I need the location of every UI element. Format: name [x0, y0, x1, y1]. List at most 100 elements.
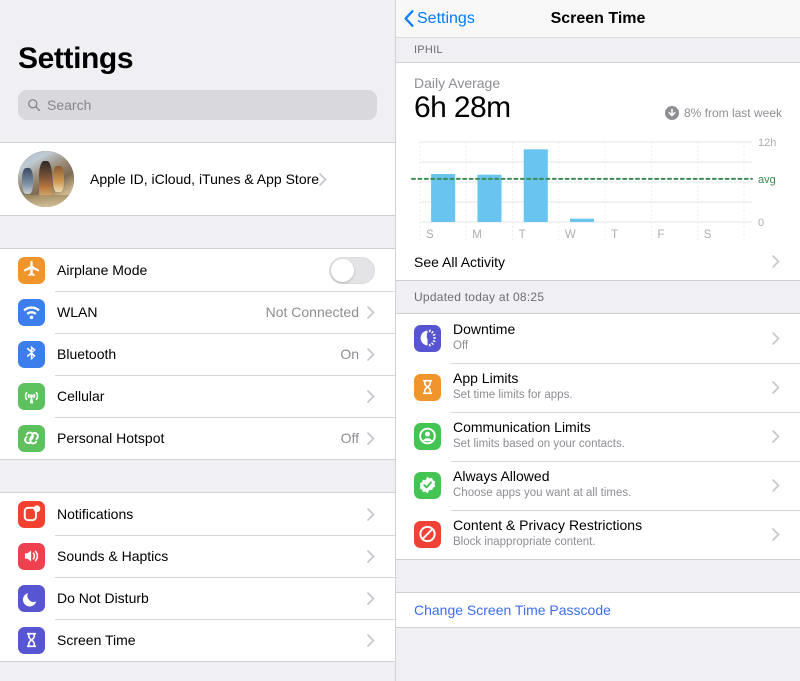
feature-text: Downtime Off [453, 321, 772, 355]
search-input[interactable]: Search [18, 90, 377, 120]
average-line-label: avg [758, 173, 776, 185]
avatar [18, 151, 74, 207]
chevron-right-icon [772, 478, 780, 492]
hotspot-link-icon [24, 431, 39, 445]
feature-text: Content & Privacy Restrictions Block inap… [453, 517, 772, 551]
settings-row-label: Cellular [57, 388, 105, 404]
screen-root: Settings Search Apple ID, iCloud, iTunes… [0, 0, 800, 681]
settings-row-personal-hotspot[interactable]: Personal Hotspot Off [0, 417, 395, 459]
wifi-icon-tile [18, 298, 45, 326]
downtime-clock-icon [420, 329, 437, 347]
feature-row-app-limits[interactable]: App Limits Set time limits for apps. [396, 362, 800, 412]
chevron-right-icon [319, 172, 327, 186]
settings-row-label: Notifications [57, 506, 134, 522]
settings-row-value: On [340, 346, 359, 362]
cellular-antenna-icon-tile [18, 382, 45, 410]
bar-S-0[interactable] [431, 173, 456, 222]
settings-row-airplane-mode[interactable]: Airplane Mode [0, 249, 395, 291]
settings-row-value: Not Connected [265, 304, 359, 320]
chevron-left-icon [404, 10, 414, 27]
chevron-right-icon [367, 347, 375, 361]
feature-title: Downtime [453, 320, 516, 337]
bar-M-1[interactable] [477, 174, 502, 222]
feature-title: App Limits [453, 369, 519, 386]
speaker-waves-icon-tile [18, 542, 45, 570]
feature-title: Communication Limits [453, 418, 591, 435]
notifications-group: Notifications Sounds & Haptics Do Not Dist… [0, 492, 395, 662]
x-tick-0: S [426, 229, 434, 241]
y-tick-0: 0 [758, 217, 764, 229]
bluetooth-icon-tile [18, 340, 45, 368]
airplane-mode-toggle[interactable] [329, 256, 375, 284]
see-all-activity-row[interactable]: See All Activity [396, 243, 800, 280]
chevron-right-icon [772, 380, 780, 394]
x-tick-1: M [472, 229, 482, 241]
x-tick-4: T [611, 229, 618, 241]
feature-row-downtime[interactable]: Downtime Off [396, 313, 800, 363]
person-circle-icon-tile [414, 422, 441, 450]
feature-row-communication-limits[interactable]: Communication Limits Set limits based on … [396, 411, 800, 461]
settings-row-value: Off [340, 430, 359, 446]
no-entry-icon [419, 525, 436, 543]
chevron-right-icon [772, 255, 780, 268]
checkmark-seal-icon [419, 476, 436, 494]
spacer [0, 216, 395, 248]
bar-W-3[interactable] [570, 218, 595, 222]
summary-panel: Daily Average 6h 28m 8% from last week a… [396, 62, 800, 281]
cellular-antenna-icon [24, 391, 39, 404]
settings-row-do-not-disturb[interactable]: Do Not Disturb [0, 577, 395, 619]
screen-time-chart[interactable]: avg 12h 0 S M T W T F S [396, 123, 800, 244]
chevron-right-icon [367, 431, 375, 445]
feature-row-content-privacy-restrictions[interactable]: Content & Privacy Restrictions Block inap… [396, 509, 800, 559]
daily-average-value: 6h 28m [414, 91, 511, 124]
settings-row-sounds-haptics[interactable]: Sounds & Haptics [0, 535, 395, 577]
settings-row-label: Sounds & Haptics [57, 548, 169, 564]
arrow-down-circle-icon [664, 105, 679, 120]
moon-icon-tile [18, 584, 45, 612]
feature-row-always-allowed[interactable]: Always Allowed Choose apps you want at al… [396, 460, 800, 510]
hourglass-icon [422, 379, 433, 395]
settings-row-label: Do Not Disturb [57, 590, 149, 606]
apple-id-card: Apple ID, iCloud, iTunes & App Store [0, 142, 395, 216]
settings-row-cellular[interactable]: Cellular [0, 375, 395, 417]
y-tick-12h: 12h [758, 137, 776, 149]
settings-row-label: WLAN [57, 304, 98, 320]
settings-row-wlan[interactable]: WLAN Not Connected [0, 291, 395, 333]
settings-row-label: Screen Time [57, 632, 136, 648]
settings-row-label: Airplane Mode [57, 262, 148, 278]
toggle-knob [331, 258, 354, 282]
hourglass-icon [26, 632, 37, 648]
no-entry-icon-tile [414, 520, 441, 548]
apple-id-row[interactable]: Apple ID, iCloud, iTunes & App Store [0, 143, 395, 215]
change-passcode-row[interactable]: Change Screen Time Passcode [396, 593, 800, 627]
back-button[interactable]: Settings [396, 10, 475, 28]
settings-row-bluetooth[interactable]: Bluetooth On [0, 333, 395, 375]
person-circle-icon [419, 427, 436, 445]
screen-time-pane: Settings Screen Time IPHIL Daily Average… [396, 0, 800, 681]
chevron-right-icon [367, 389, 375, 403]
notifications-badge-icon-tile [18, 500, 45, 528]
spacer [396, 559, 800, 592]
bar-T-2[interactable] [523, 148, 548, 222]
checkmark-seal-icon-tile [414, 471, 441, 499]
feature-title: Content & Privacy Restrictions [453, 516, 643, 533]
hotspot-link-icon-tile [18, 424, 45, 452]
connectivity-group: Airplane Mode WLAN Not Connected Bluetooth O… [0, 248, 395, 460]
spacer [0, 662, 395, 681]
chevron-right-icon [367, 507, 375, 521]
see-all-activity-label: See All Activity [414, 253, 506, 270]
feature-title: Always Allowed [453, 467, 550, 484]
spacer [396, 627, 800, 640]
airplane-icon-tile [18, 256, 45, 284]
settings-row-notifications[interactable]: Notifications [0, 493, 395, 535]
chevron-right-icon [367, 549, 375, 563]
search-wrapper: Search [0, 76, 395, 120]
search-placeholder: Search [47, 97, 92, 113]
weekly-delta-text: 8% from last week [683, 105, 782, 120]
settings-row-screen-time[interactable]: Screen Time [0, 619, 395, 661]
chevron-right-icon [772, 331, 780, 345]
daily-average-block: Daily Average 6h 28m 8% from last week [396, 63, 800, 124]
daily-average-label: Daily Average [414, 75, 501, 91]
feature-text: Always Allowed Choose apps you want at al… [453, 468, 772, 502]
moon-icon [22, 593, 37, 607]
